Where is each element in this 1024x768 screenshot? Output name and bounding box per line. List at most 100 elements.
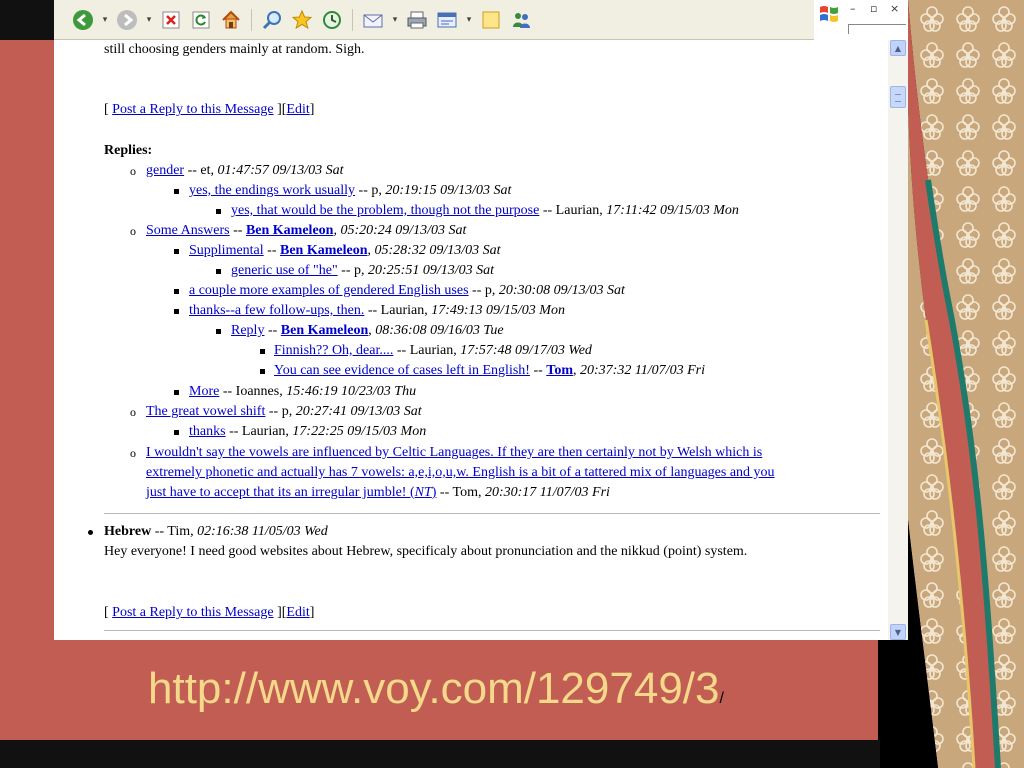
scroll-up-button[interactable]: ▲: [890, 40, 906, 56]
discuss-icon: [482, 11, 500, 28]
reply-row: Supplimental -- Ben Kameleon, 05:28:32 0…: [189, 243, 501, 258]
reply-link[interactable]: You can see evidence of cases left in En…: [274, 363, 530, 378]
history-button[interactable]: [319, 7, 345, 33]
toolbar-separator: [251, 8, 252, 31]
bullet-square-icon: [174, 390, 179, 395]
back-dropdown-icon[interactable]: ▾: [100, 15, 110, 25]
home-button[interactable]: [218, 7, 244, 33]
scroll-thumb[interactable]: [890, 86, 906, 108]
messenger-icon: [513, 12, 530, 28]
bullet-square-icon: [174, 430, 179, 435]
back-button[interactable]: [70, 7, 96, 33]
long-reply-line: I wouldn't say the vowels are influenced…: [146, 443, 762, 463]
reply-row: More -- Ioannes, 15:46:19 10/23/03 Thu: [189, 384, 417, 399]
back-icon: [73, 9, 93, 30]
window-controls: – ▫ ×: [814, 0, 908, 40]
address-bar-edge: [848, 24, 849, 34]
reply-link[interactable]: Some Answers: [146, 223, 230, 238]
close-button[interactable]: ×: [890, 2, 899, 15]
home-icon: [222, 10, 240, 28]
reply-link[interactable]: yes, that would be the problem, though n…: [231, 203, 539, 218]
nt-link[interactable]: NT: [415, 485, 432, 500]
address-bar-edge: [848, 24, 906, 25]
edit-button[interactable]: [434, 7, 460, 33]
discuss-button[interactable]: [478, 7, 504, 33]
search-button[interactable]: [259, 7, 285, 33]
bullet-circle-icon: o: [130, 224, 136, 238]
edit-link[interactable]: Edit: [286, 102, 309, 117]
bullet-square-icon: [174, 289, 179, 294]
author-link[interactable]: Ben Kameleon: [281, 323, 369, 338]
divider: [104, 630, 880, 631]
author-link[interactable]: Ben Kameleon: [246, 223, 334, 238]
reply-link[interactable]: Finnish?? Oh, dear....: [274, 343, 393, 358]
reply-link[interactable]: Supplimental: [189, 243, 264, 258]
reply-link[interactable]: The great vowel shift: [146, 404, 265, 419]
edit-dropdown-icon[interactable]: ▾: [464, 15, 474, 25]
bullet-dot-icon: [88, 530, 93, 535]
reply-link[interactable]: extremely phonetic and actually has 7 vo…: [146, 465, 775, 480]
edit-icon: [437, 12, 457, 27]
favorites-button[interactable]: [289, 7, 315, 33]
post-body-text: still choosing genders mainly at random.…: [104, 42, 365, 57]
refresh-icon: [192, 11, 210, 28]
browser-toolbar: ▾ ▾ ▾ ▾: [54, 0, 814, 40]
reply-row: thanks -- Laurian, 17:22:25 09/15/03 Mon: [189, 424, 427, 439]
reply-row: Finnish?? Oh, dear.... -- Laurian, 17:57…: [274, 343, 592, 358]
forward-button[interactable]: [114, 7, 140, 33]
post-actions: [ Post a Reply to this Message ][Edit]: [104, 102, 315, 117]
restore-button[interactable]: ▫: [870, 2, 877, 15]
reply-link[interactable]: More: [189, 384, 219, 399]
divider: [104, 513, 880, 514]
print-button[interactable]: [404, 7, 430, 33]
reply-row: thanks--a few follow-ups, then. -- Lauri…: [189, 303, 565, 318]
stop-button[interactable]: [158, 7, 184, 33]
messenger-button[interactable]: [508, 7, 534, 33]
post-reply-link[interactable]: Post a Reply to this Message: [112, 605, 273, 620]
bullet-circle-icon: o: [130, 164, 136, 178]
author-link[interactable]: Tom: [546, 363, 573, 378]
history-icon: [323, 10, 341, 29]
mail-button[interactable]: [360, 7, 386, 33]
refresh-button[interactable]: [188, 7, 214, 33]
browser-window: ▾ ▾ ▾ ▾ – ▫ × still choosing genders mai…: [54, 0, 908, 640]
reply-link[interactable]: just have to accept that its an irregula…: [146, 485, 415, 500]
replies-heading: Replies:: [104, 143, 153, 158]
forward-icon: [117, 9, 137, 30]
author-link[interactable]: Ben Kameleon: [280, 243, 368, 258]
bullet-square-icon: [216, 209, 221, 214]
long-reply-line: extremely phonetic and actually has 7 vo…: [146, 463, 775, 483]
toolbar-separator: [352, 8, 353, 31]
reply-link[interactable]: thanks: [189, 424, 226, 439]
scroll-down-button[interactable]: ▼: [890, 624, 906, 640]
mail-icon: [363, 14, 383, 27]
print-icon: [407, 11, 427, 28]
reply-row: a couple more examples of gendered Engli…: [189, 283, 625, 298]
bullet-square-icon: [260, 369, 265, 374]
reply-link[interactable]: yes, the endings work usually: [189, 183, 355, 198]
reply-row: yes, that would be the problem, though n…: [231, 203, 739, 218]
reply-row: Some Answers -- Ben Kameleon, 05:20:24 0…: [146, 223, 467, 238]
bullet-square-icon: [174, 189, 179, 194]
vertical-scrollbar[interactable]: ▲ ▼: [888, 40, 908, 640]
slide-top-strip: [0, 0, 54, 40]
bullet-square-icon: [216, 269, 221, 274]
post-reply-link[interactable]: Post a Reply to this Message: [112, 102, 273, 117]
forward-dropdown-icon[interactable]: ▾: [144, 15, 154, 25]
reply-link[interactable]: gender: [146, 163, 184, 178]
reply-link[interactable]: thanks--a few follow-ups, then.: [189, 303, 364, 318]
page-content: still choosing genders mainly at random.…: [54, 40, 888, 640]
post-header: Hebrew -- Tim, 02:16:38 11/05/03 Wed: [104, 524, 328, 539]
reply-link[interactable]: generic use of "he": [231, 263, 338, 278]
minimize-button[interactable]: –: [850, 2, 856, 15]
reply-link[interactable]: Reply: [231, 323, 264, 338]
long-reply-line: just have to accept that its an irregula…: [146, 485, 610, 500]
edit-link[interactable]: Edit: [286, 605, 309, 620]
bullet-circle-icon: o: [130, 446, 136, 460]
reply-link[interactable]: a couple more examples of gendered Engli…: [189, 283, 469, 298]
mail-dropdown-icon[interactable]: ▾: [390, 15, 400, 25]
bullet-circle-icon: o: [130, 405, 136, 419]
bullet-square-icon: [174, 309, 179, 314]
reply-link[interactable]: I wouldn't say the vowels are influenced…: [146, 445, 762, 460]
search-icon: [262, 10, 281, 29]
